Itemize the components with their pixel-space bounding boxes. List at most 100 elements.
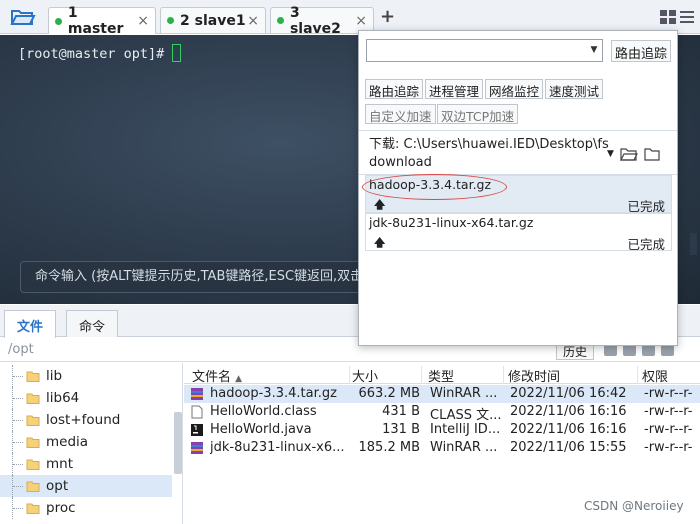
chevron-down-icon[interactable]: ▼ — [607, 149, 614, 159]
route-trace-button[interactable]: 路由追踪 — [611, 40, 672, 62]
tab-commands[interactable]: 命令 — [66, 310, 119, 337]
col-mtime[interactable]: 修改时间 — [508, 366, 638, 385]
chevron-down-icon[interactable]: ▼ — [585, 39, 603, 62]
terminal-cursor — [172, 44, 182, 62]
tool-route-trace-button[interactable]: 路由追踪 — [365, 79, 424, 99]
file-type: IntelliJ ID... — [430, 422, 501, 437]
col-type[interactable]: 类型 — [428, 366, 504, 385]
file-size: 663.2 MB — [358, 386, 420, 401]
file-perm: -rw-r--r- — [644, 422, 693, 437]
layout-grid-icon[interactable] — [660, 10, 676, 24]
tab-master[interactable]: 1 master × — [48, 5, 156, 37]
col-perm[interactable]: 权限 — [642, 366, 698, 385]
tree-item-proc[interactable]: proc — [0, 497, 172, 519]
close-icon[interactable]: × — [247, 13, 259, 29]
archive-icon — [191, 388, 203, 400]
tree-label: lib — [46, 368, 63, 384]
popup-scrollbar[interactable] — [690, 233, 697, 255]
file-perm: -rw-r--r- — [644, 404, 693, 419]
tcp-accel-button[interactable]: 双边TCP加速 — [437, 104, 519, 124]
directory-tree: lib lib64 lost+found media mnt opt proc — [0, 363, 183, 524]
folder-icon — [26, 393, 40, 404]
tree-label: mnt — [46, 456, 73, 472]
tree-item-lost-found[interactable]: lost+found — [0, 409, 172, 431]
col-size[interactable]: 大小 — [352, 366, 422, 385]
download-name: jdk-8u231-linux-x64.tar.gz — [369, 215, 534, 230]
file-name: hadoop-3.3.4.tar.gz — [210, 386, 337, 401]
connected-dot-icon — [55, 17, 62, 25]
java-file-icon — [191, 424, 203, 436]
file-name: HelloWorld.java — [210, 422, 312, 437]
tool-process-button[interactable]: 进程管理 — [425, 79, 484, 99]
tool-speed-button[interactable]: 速度测试 — [545, 79, 604, 99]
download-status: 已完成 — [627, 237, 665, 252]
table-row[interactable]: hadoop-3.3.4.tar.gz 663.2 MB WinRAR ... … — [184, 385, 700, 403]
file-mtime: 2022/11/06 16:42 — [510, 386, 627, 401]
tree-item-lib[interactable]: lib — [0, 365, 172, 387]
folder-icon — [26, 415, 40, 426]
folder-icon — [26, 437, 40, 448]
open-folder-icon[interactable] — [10, 6, 36, 28]
folder-icon — [26, 503, 40, 514]
tools-popup: ▼ 路由追踪 路由追踪 进程管理 网络监控 速度测试 自定义加速 双边TCP加速… — [358, 30, 697, 346]
route-search-input[interactable] — [366, 39, 603, 62]
table-row[interactable]: jdk-8u231-linux-x6... 185.2 MB WinRAR ..… — [184, 439, 700, 457]
archive-icon — [191, 442, 203, 454]
tab-slave1[interactable]: 2 slave1 × — [160, 7, 266, 33]
terminal-prompt: [root@master opt]# — [18, 44, 182, 62]
file-name: jdk-8u231-linux-x6... — [210, 440, 345, 455]
folder-icon — [26, 371, 40, 382]
file-type: WinRAR ... — [430, 386, 498, 401]
highlight-annotation — [362, 174, 507, 200]
tab-label: 3 slave2 — [289, 4, 341, 37]
tree-scrollbar[interactable] — [174, 412, 182, 474]
table-row[interactable]: HelloWorld.class 431 B CLASS 文... 2022/1… — [184, 403, 700, 423]
download-item[interactable]: jdk-8u231-linux-x64.tar.gz 🡅 已完成 — [365, 213, 672, 252]
file-size: 185.2 MB — [358, 440, 420, 455]
divider — [359, 130, 677, 131]
file-type: WinRAR ... — [430, 440, 498, 455]
connected-dot-icon — [277, 17, 284, 24]
custom-accel-button[interactable]: 自定义加速 — [365, 104, 436, 124]
tree-label: lost+found — [46, 412, 121, 428]
download-path: 下载: C:\Users\huawei.IED\Desktop\fsdownlo… — [369, 137, 609, 170]
table-row[interactable]: HelloWorld.java 131 B IntelliJ ID... 202… — [184, 421, 700, 439]
open-folder-icon[interactable] — [619, 147, 638, 161]
connected-dot-icon — [167, 17, 174, 24]
col-name[interactable]: 文件名 ▲ — [192, 366, 350, 385]
tree-item-lib64[interactable]: lib64 — [0, 387, 172, 409]
file-mtime: 2022/11/06 16:16 — [510, 404, 627, 419]
tree-item-media[interactable]: media — [0, 431, 172, 453]
tree-label: proc — [46, 500, 76, 516]
tree-label: opt — [46, 478, 69, 494]
tool-network-button[interactable]: 网络监控 — [485, 79, 544, 99]
new-tab-button[interactable]: + — [380, 6, 395, 27]
file-size: 131 B — [382, 422, 420, 437]
tree-label: lib64 — [46, 390, 80, 406]
file-size: 431 B — [382, 404, 420, 419]
upload-arrow-icon: 🡅 — [374, 236, 386, 249]
tree-item-mnt[interactable]: mnt — [0, 453, 172, 475]
file-mtime: 2022/11/06 16:16 — [510, 422, 627, 437]
file-perm: -rw-r--r- — [644, 440, 693, 455]
watermark: CSDN @Neroiiey — [584, 499, 684, 513]
tree-label: media — [46, 434, 89, 450]
command-input-bar[interactable]: 命令输入 (按ALT键提示历史,TAB键路径,ESC键返回,双击 — [20, 261, 365, 293]
file-icon — [191, 405, 203, 419]
file-list-header: 文件名 ▲ 大小 类型 修改时间 权限 — [184, 363, 700, 385]
close-icon[interactable]: × — [137, 13, 149, 29]
folder-icon — [26, 459, 40, 470]
file-perm: -rw-r--r- — [644, 386, 693, 401]
folder-open-icon — [26, 481, 40, 492]
tree-item-opt[interactable]: opt — [0, 475, 172, 497]
file-name: HelloWorld.class — [210, 404, 317, 419]
menu-icon[interactable] — [680, 10, 694, 24]
tab-label: 2 slave1 — [180, 12, 246, 29]
file-mtime: 2022/11/06 15:55 — [510, 440, 627, 455]
prompt-text: [root@master opt]# — [18, 46, 165, 62]
folder-icon[interactable] — [644, 147, 660, 161]
tab-files[interactable]: 文件 — [4, 310, 57, 338]
download-path-actions: ▼ — [607, 147, 660, 161]
path-input[interactable]: /opt — [8, 342, 34, 357]
close-icon[interactable]: × — [355, 13, 367, 29]
